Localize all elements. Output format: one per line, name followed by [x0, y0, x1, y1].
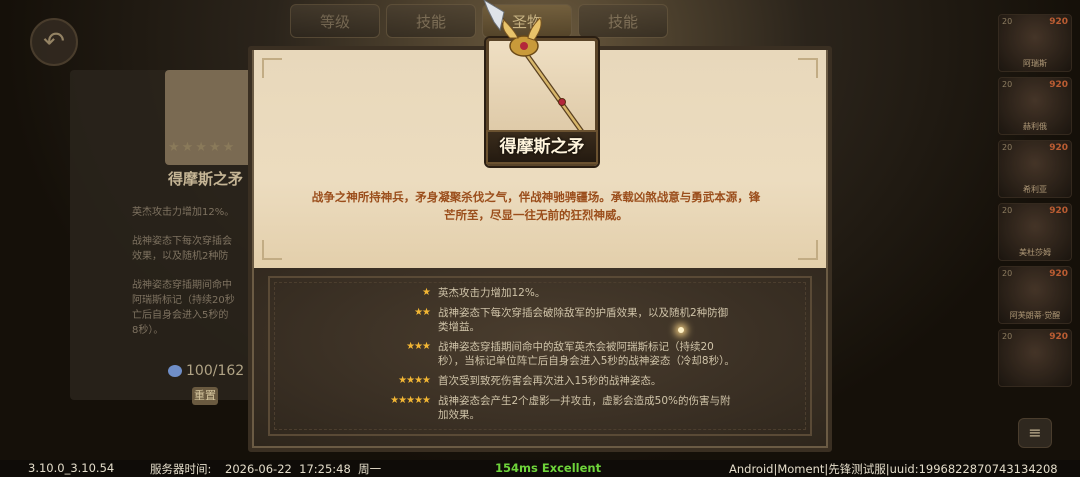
- hero-name: 赫利俄: [1023, 122, 1047, 131]
- server-time-value: 2026-06-22 17:25:48 周一: [225, 462, 382, 476]
- panel-effect-3: 战神姿态穿插期间命中 阿瑞斯标记（持续20秒 亡后自身会进入5秒的 8秒）。: [132, 280, 235, 336]
- relic-name-plate: 得摩斯之矛: [486, 130, 598, 164]
- back-button[interactable]: ↶: [30, 18, 78, 66]
- relic-panel-title: 得摩斯之矛: [168, 170, 244, 188]
- menu-button[interactable]: ≡: [1018, 418, 1052, 448]
- effect-star-tier: ★: [422, 287, 431, 298]
- effect-row: ★★ 战神姿态下每次穿插会破除敌军的护盾效果，以及随机2种防御类增益。: [370, 306, 770, 334]
- device-info-text: Android|Moment|先锋测试服|uuid:19968228707431…: [729, 462, 1058, 476]
- effect-text: 战神姿态穿插期间命中的敌军英杰会被阿瑞斯标记（持续20秒），当标记单位阵亡后自身…: [438, 341, 735, 367]
- server-time-label: 服务器时间:: [150, 462, 212, 476]
- relic-fragment-count-value: 100/162: [186, 363, 245, 379]
- back-arrow-icon: ↶: [43, 27, 65, 57]
- hero-name: 希利亚: [1023, 185, 1047, 194]
- effect-star-tier: ★★★★★: [390, 395, 431, 406]
- hero-card[interactable]: 20 920 希利亚: [998, 140, 1072, 198]
- hero-card[interactable]: 20 920: [998, 329, 1072, 387]
- corner-ornament: [798, 58, 818, 78]
- version-text: 3.10.0_3.10.54: [28, 461, 115, 475]
- hero-name: 美杜莎姆: [1019, 248, 1051, 257]
- hero-power: 920: [1049, 17, 1068, 27]
- panel-effect-1: 英杰攻击力增加12%。: [132, 207, 235, 218]
- relic-lore-text: 战争之神所持神兵，矛身凝聚杀伐之气，伴战神驰骋疆场。承载凶煞战意与勇武本源，锋芒…: [311, 190, 761, 222]
- hero-card[interactable]: 20 920 阿芙朗蒂·觉醒: [998, 266, 1072, 324]
- effect-text: 首次受到致死伤害会再次进入15秒的战神姿态。: [438, 375, 662, 387]
- hero-level: 20: [1002, 143, 1013, 152]
- effect-row: ★★★ 战神姿态穿插期间命中的敌军英杰会被阿瑞斯标记（持续20秒），当标记单位阵…: [370, 340, 770, 368]
- effect-row: ★★★★ 首次受到致死伤害会再次进入15秒的战神姿态。: [370, 374, 770, 388]
- relic-fragment-count: 100/162: [168, 363, 244, 379]
- effect-text: 战神姿态下每次穿插会破除敌军的护盾效果，以及随机2种防御类增益。: [438, 307, 729, 333]
- effect-star-tier: ★★★: [406, 341, 431, 352]
- effect-star-tier: ★★: [414, 307, 431, 318]
- corner-ornament: [798, 240, 818, 260]
- relic-star-rating: ★★★★★: [168, 140, 237, 155]
- effect-row: ★★★★★ 战神姿态会产生2个虚影一并攻击，虚影会造成50%的伤害与附加效果。: [370, 394, 770, 422]
- tab-level[interactable]: 等级: [290, 4, 380, 38]
- hero-power: 920: [1049, 80, 1068, 90]
- hero-power: 920: [1049, 269, 1068, 279]
- panel-effect-2: 战神姿态下每次穿插会 效果，以及随机2种防: [132, 236, 232, 262]
- hero-power: 920: [1049, 332, 1068, 342]
- hero-card[interactable]: 20 920 阿瑞斯: [998, 14, 1072, 72]
- hero-level: 20: [1002, 17, 1013, 26]
- hero-level: 20: [1002, 80, 1013, 89]
- reset-button[interactable]: 重置: [192, 387, 218, 405]
- hero-name: 阿瑞斯: [1023, 59, 1047, 68]
- gem-icon: [168, 365, 182, 377]
- tab-skill-a[interactable]: 技能: [386, 4, 476, 38]
- hero-power: 920: [1049, 206, 1068, 216]
- debug-status-bar: 3.10.0_3.10.54 服务器时间: 2026-06-22 17:25:4…: [0, 460, 1080, 477]
- sparkle-effect: [678, 327, 684, 333]
- corner-ornament: [262, 58, 282, 78]
- hero-level: 20: [1002, 269, 1013, 278]
- effect-row: ★ 英杰攻击力增加12%。: [370, 286, 770, 300]
- hamburger-icon: ≡: [1028, 423, 1042, 442]
- effect-text: 战神姿态会产生2个虚影一并攻击，虚影会造成50%的伤害与附加效果。: [438, 395, 731, 421]
- hero-list: 20 920 阿瑞斯 20 920 赫利俄 20 920 希利亚 20 920 …: [998, 14, 1074, 392]
- hero-card[interactable]: 20 920 赫利俄: [998, 77, 1072, 135]
- ping-indicator: 154ms Excellent: [495, 461, 602, 475]
- corner-ornament: [262, 240, 282, 260]
- hero-level: 20: [1002, 332, 1013, 341]
- hero-power: 920: [1049, 143, 1068, 153]
- hero-name: 阿芙朗蒂·觉醒: [1009, 311, 1061, 320]
- effect-star-tier: ★★★★: [398, 375, 431, 386]
- relic-effects-list: ★ 英杰攻击力增加12%。 ★★ 战神姿态下每次穿插会破除敌军的护盾效果，以及随…: [370, 286, 770, 428]
- hero-card[interactable]: 20 920 美杜莎姆: [998, 203, 1072, 261]
- effect-text: 英杰攻击力增加12%。: [438, 287, 546, 299]
- hero-level: 20: [1002, 206, 1013, 215]
